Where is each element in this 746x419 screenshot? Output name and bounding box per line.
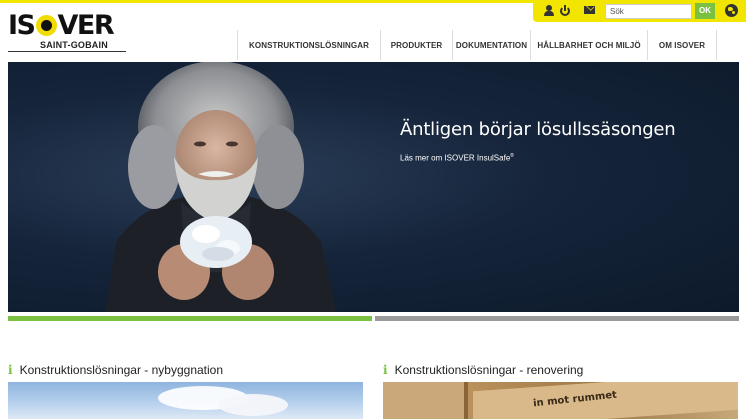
hero-photo-man-with-insulation xyxy=(106,62,336,312)
section-image-renovation[interactable]: in mot rummet xyxy=(383,382,738,419)
carousel-indicator[interactable] xyxy=(375,316,739,321)
hero-link[interactable]: Läs mer om ISOVER InsulSafe® xyxy=(400,153,514,163)
power-icon[interactable] xyxy=(559,5,571,17)
nav-item-om-isover[interactable]: OM ISOVER xyxy=(647,30,717,60)
user-icon[interactable] xyxy=(543,5,555,17)
main-nav: KONSTRUKTIONSLÖSNINGAR PRODUKTER DOKUMEN… xyxy=(237,30,717,60)
mail-icon[interactable] xyxy=(584,6,595,14)
utility-bar: OK xyxy=(533,0,746,22)
search-input[interactable] xyxy=(605,4,692,19)
logo-o-icon xyxy=(35,15,57,36)
nav-item-produkter[interactable]: PRODUKTER xyxy=(380,30,452,60)
hero-title: Äntligen börjar lösullssäsongen xyxy=(400,119,676,140)
search-ok-button[interactable]: OK xyxy=(695,3,715,19)
info-icon: i xyxy=(8,363,13,377)
wood-frame xyxy=(383,382,468,419)
section-title: Konstruktionslösningar - renovering xyxy=(394,363,584,377)
nav-item-konstruktionslosningar[interactable]: KONSTRUKTIONSLÖSNINGAR xyxy=(237,30,380,60)
section-image-sky[interactable] xyxy=(8,382,363,419)
section-title: Konstruktionslösningar - nybyggnation xyxy=(19,363,224,377)
carousel-indicator-active[interactable] xyxy=(8,316,372,321)
globe-icon[interactable] xyxy=(725,4,738,17)
section-heading-nybyggnation[interactable]: i Konstruktionslösningar - nybyggnation xyxy=(8,362,223,378)
info-icon: i xyxy=(383,363,388,377)
section-heading-renovering[interactable]: i Konstruktionslösningar - renovering xyxy=(383,362,583,378)
hero-banner[interactable]: Äntligen börjar lösullssäsongen Läs mer … xyxy=(8,62,739,312)
logo-subtitle: SAINT-GOBAIN xyxy=(40,40,108,50)
isover-logo[interactable]: IS VER SAINT-GOBAIN xyxy=(8,12,126,52)
logo-wordmark: IS VER xyxy=(8,10,115,41)
nav-item-dokumentation[interactable]: DOKUMENTATION xyxy=(452,30,530,60)
nav-item-hallbarhet[interactable]: HÅLLBARHET OCH MILJÖ xyxy=(530,30,647,60)
logo-underline xyxy=(8,51,126,52)
